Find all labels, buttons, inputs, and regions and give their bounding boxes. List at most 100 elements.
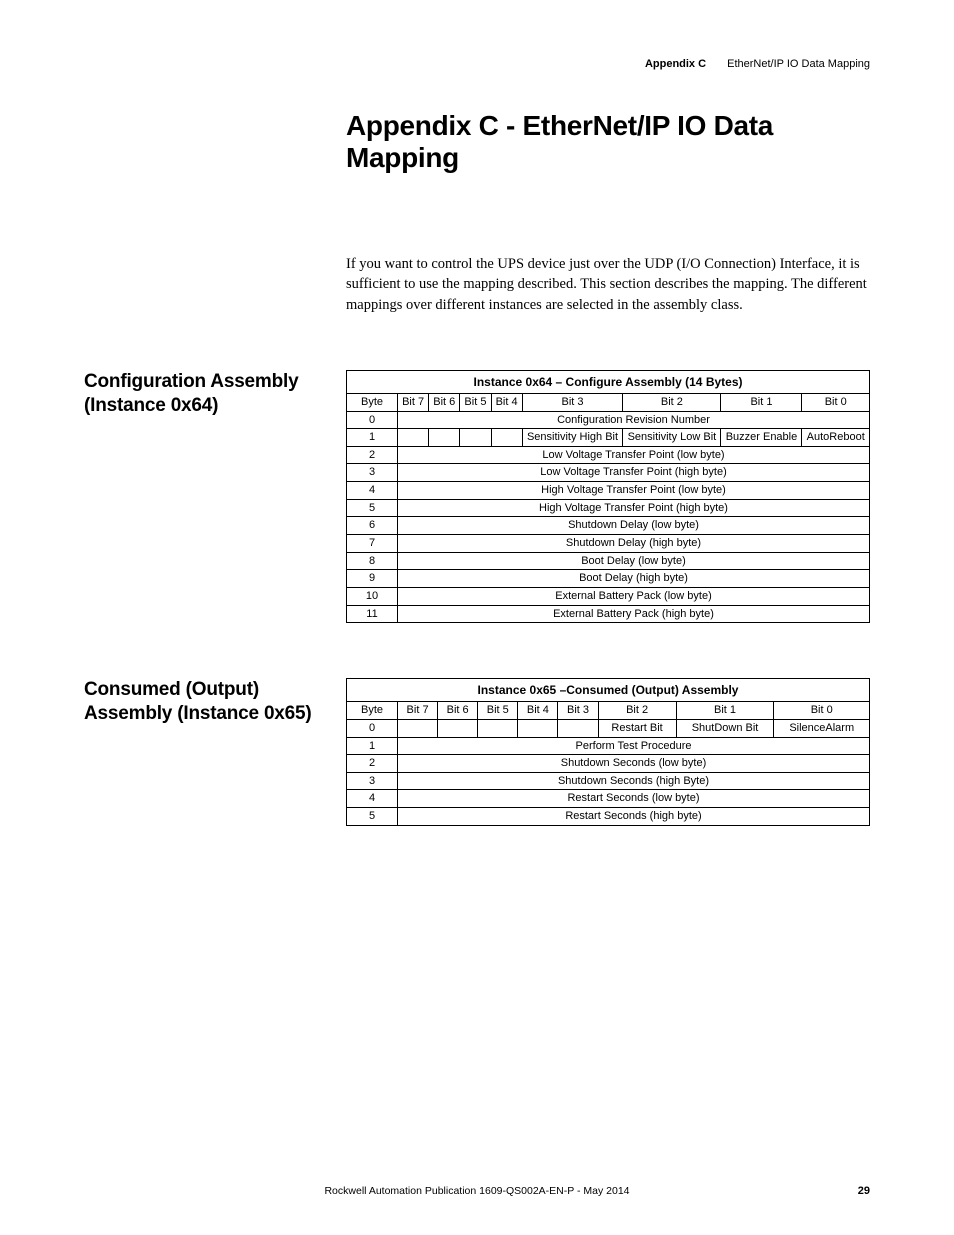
col-bit7: Bit 7	[398, 702, 438, 720]
table-row: 2Low Voltage Transfer Point (low byte)	[347, 446, 870, 464]
section-heading-consumed: Consumed (Output) Assembly (Instance 0x6…	[84, 678, 346, 825]
cell-bit0: SilenceAlarm	[774, 719, 870, 737]
cell-byte: 1	[347, 429, 398, 447]
cell-bit4	[518, 719, 558, 737]
table-row: 1 Sensitivity High Bit Sensitivity Low B…	[347, 429, 870, 447]
col-bit7: Bit 7	[398, 393, 429, 411]
cell-bit4	[491, 429, 522, 447]
col-bit5: Bit 5	[460, 393, 491, 411]
cell-byte: 6	[347, 517, 398, 535]
col-bit4: Bit 4	[491, 393, 522, 411]
cell-bit5	[478, 719, 518, 737]
col-bit0: Bit 0	[774, 702, 870, 720]
cell-bit2: Sensitivity Low Bit	[623, 429, 721, 447]
cell-byte: 2	[347, 755, 398, 773]
cell-full: Configuration Revision Number	[398, 411, 870, 429]
table-row: 4High Voltage Transfer Point (low byte)	[347, 482, 870, 500]
table-row: 4Restart Seconds (low byte)	[347, 790, 870, 808]
cell-bit1: Buzzer Enable	[721, 429, 802, 447]
cell-full: External Battery Pack (high byte)	[398, 605, 870, 623]
table-row: 2Shutdown Seconds (low byte)	[347, 755, 870, 773]
page-number: 29	[858, 1185, 870, 1197]
table-row: 11External Battery Pack (high byte)	[347, 605, 870, 623]
table-caption: Instance 0x65 –Consumed (Output) Assembl…	[346, 678, 870, 701]
table-row: 3Low Voltage Transfer Point (high byte)	[347, 464, 870, 482]
table-row: 5High Voltage Transfer Point (high byte)	[347, 499, 870, 517]
col-bit0: Bit 0	[802, 393, 870, 411]
col-bit3: Bit 3	[558, 702, 598, 720]
col-bit1: Bit 1	[721, 393, 802, 411]
cell-bit5	[460, 429, 491, 447]
cell-full: Boot Delay (low byte)	[398, 552, 870, 570]
cell-bit3	[558, 719, 598, 737]
table-row: 8Boot Delay (low byte)	[347, 552, 870, 570]
section-heading-config: Configuration Assembly (Instance 0x64)	[84, 370, 346, 623]
cell-bit6	[438, 719, 478, 737]
cell-full: Shutdown Delay (high byte)	[398, 535, 870, 553]
cell-full: Shutdown Seconds (high Byte)	[398, 772, 870, 790]
table-caption: Instance 0x64 – Configure Assembly (14 B…	[346, 370, 870, 393]
table-row: 9Boot Delay (high byte)	[347, 570, 870, 588]
cell-byte: 10	[347, 587, 398, 605]
cell-byte: 0	[347, 411, 398, 429]
cell-bit0: AutoReboot	[802, 429, 870, 447]
cell-bit6	[429, 429, 460, 447]
col-bit1: Bit 1	[676, 702, 774, 720]
cell-byte: 5	[347, 499, 398, 517]
col-bit2: Bit 2	[598, 702, 676, 720]
cell-byte: 9	[347, 570, 398, 588]
table-row: 10External Battery Pack (low byte)	[347, 587, 870, 605]
cell-byte: 1	[347, 737, 398, 755]
col-bit6: Bit 6	[438, 702, 478, 720]
cell-byte: 4	[347, 482, 398, 500]
cell-full: Perform Test Procedure	[398, 737, 870, 755]
table-row: 5Restart Seconds (high byte)	[347, 808, 870, 826]
cell-byte: 8	[347, 552, 398, 570]
col-byte: Byte	[347, 702, 398, 720]
cell-full: Boot Delay (high byte)	[398, 570, 870, 588]
table-row: 0 Restart Bit ShutDown Bit SilenceAlarm	[347, 719, 870, 737]
cell-full: Shutdown Seconds (low byte)	[398, 755, 870, 773]
running-header: Appendix C EtherNet/IP IO Data Mapping	[84, 58, 870, 70]
col-bit5: Bit 5	[478, 702, 518, 720]
cell-byte: 3	[347, 464, 398, 482]
cell-full: External Battery Pack (low byte)	[398, 587, 870, 605]
table-config-assembly: Instance 0x64 – Configure Assembly (14 B…	[346, 370, 870, 623]
cell-full: Shutdown Delay (low byte)	[398, 517, 870, 535]
table-header-row: Byte Bit 7 Bit 6 Bit 5 Bit 4 Bit 3 Bit 2…	[347, 393, 870, 411]
cell-full: High Voltage Transfer Point (high byte)	[398, 499, 870, 517]
cell-byte: 2	[347, 446, 398, 464]
cell-bit7	[398, 719, 438, 737]
cell-bit3: Sensitivity High Bit	[522, 429, 623, 447]
col-bit3: Bit 3	[522, 393, 623, 411]
cell-full: High Voltage Transfer Point (low byte)	[398, 482, 870, 500]
table-header-row: Byte Bit 7 Bit 6 Bit 5 Bit 4 Bit 3 Bit 2…	[347, 702, 870, 720]
table-consumed-assembly: Instance 0x65 –Consumed (Output) Assembl…	[346, 678, 870, 825]
header-chapter: EtherNet/IP IO Data Mapping	[727, 58, 870, 70]
cell-byte: 3	[347, 772, 398, 790]
table-row: 7Shutdown Delay (high byte)	[347, 535, 870, 553]
section-consumed-assembly: Consumed (Output) Assembly (Instance 0x6…	[84, 678, 870, 825]
header-appendix: Appendix C	[645, 58, 706, 70]
col-bit6: Bit 6	[429, 393, 460, 411]
table-row: 3Shutdown Seconds (high Byte)	[347, 772, 870, 790]
table-row: 1Perform Test Procedure	[347, 737, 870, 755]
cell-byte: 5	[347, 808, 398, 826]
footer-publication: Rockwell Automation Publication 1609-QS0…	[0, 1185, 954, 1197]
col-bit2: Bit 2	[623, 393, 721, 411]
table-row: 6Shutdown Delay (low byte)	[347, 517, 870, 535]
cell-byte: 0	[347, 719, 398, 737]
cell-full: Low Voltage Transfer Point (high byte)	[398, 464, 870, 482]
cell-full: Restart Seconds (high byte)	[398, 808, 870, 826]
cell-byte: 11	[347, 605, 398, 623]
cell-byte: 7	[347, 535, 398, 553]
section-config-assembly: Configuration Assembly (Instance 0x64) I…	[84, 370, 870, 623]
col-byte: Byte	[347, 393, 398, 411]
intro-paragraph: If you want to control the UPS device ju…	[346, 254, 870, 315]
cell-full: Restart Seconds (low byte)	[398, 790, 870, 808]
cell-bit2: Restart Bit	[598, 719, 676, 737]
cell-full: Low Voltage Transfer Point (low byte)	[398, 446, 870, 464]
cell-byte: 4	[347, 790, 398, 808]
cell-bit1: ShutDown Bit	[676, 719, 774, 737]
cell-bit7	[398, 429, 429, 447]
